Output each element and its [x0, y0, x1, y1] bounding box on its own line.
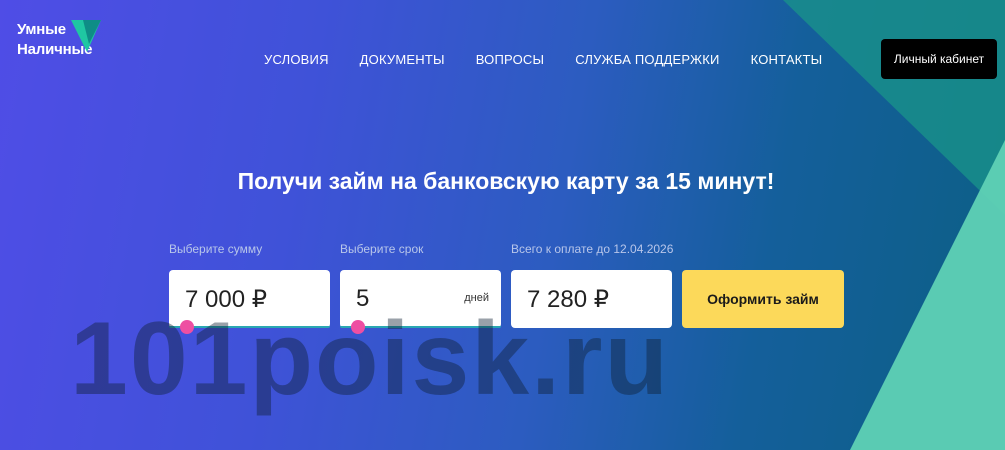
main-nav: УСЛОВИЯ ДОКУМЕНТЫ ВОПРОСЫ СЛУЖБА ПОДДЕРЖ… — [264, 52, 822, 67]
apply-loan-button[interactable]: Оформить займ — [682, 270, 844, 328]
watermark: 101poisk.ru — [70, 301, 671, 417]
logo[interactable]: Умные Наличные — [17, 20, 101, 60]
nav-item-documents[interactable]: ДОКУМЕНТЫ — [360, 52, 445, 67]
hero-title: Получи займ на банковскую карту за 15 ми… — [237, 168, 775, 194]
logo-mark-icon — [71, 20, 101, 52]
nav-item-contacts[interactable]: КОНТАКТЫ — [751, 52, 823, 67]
nav-item-questions[interactable]: ВОПРОСЫ — [476, 52, 545, 67]
nav-item-support[interactable]: СЛУЖБА ПОДДЕРЖКИ — [575, 52, 719, 67]
nav-item-conditions[interactable]: УСЛОВИЯ — [264, 52, 329, 67]
amount-label: Выберите сумму — [169, 242, 263, 256]
term-label: Выберите срок — [340, 242, 424, 256]
total-label: Всего к оплате до 12.04.2026 — [511, 242, 674, 256]
personal-cabinet-button[interactable]: Личный кабинет — [881, 39, 997, 79]
